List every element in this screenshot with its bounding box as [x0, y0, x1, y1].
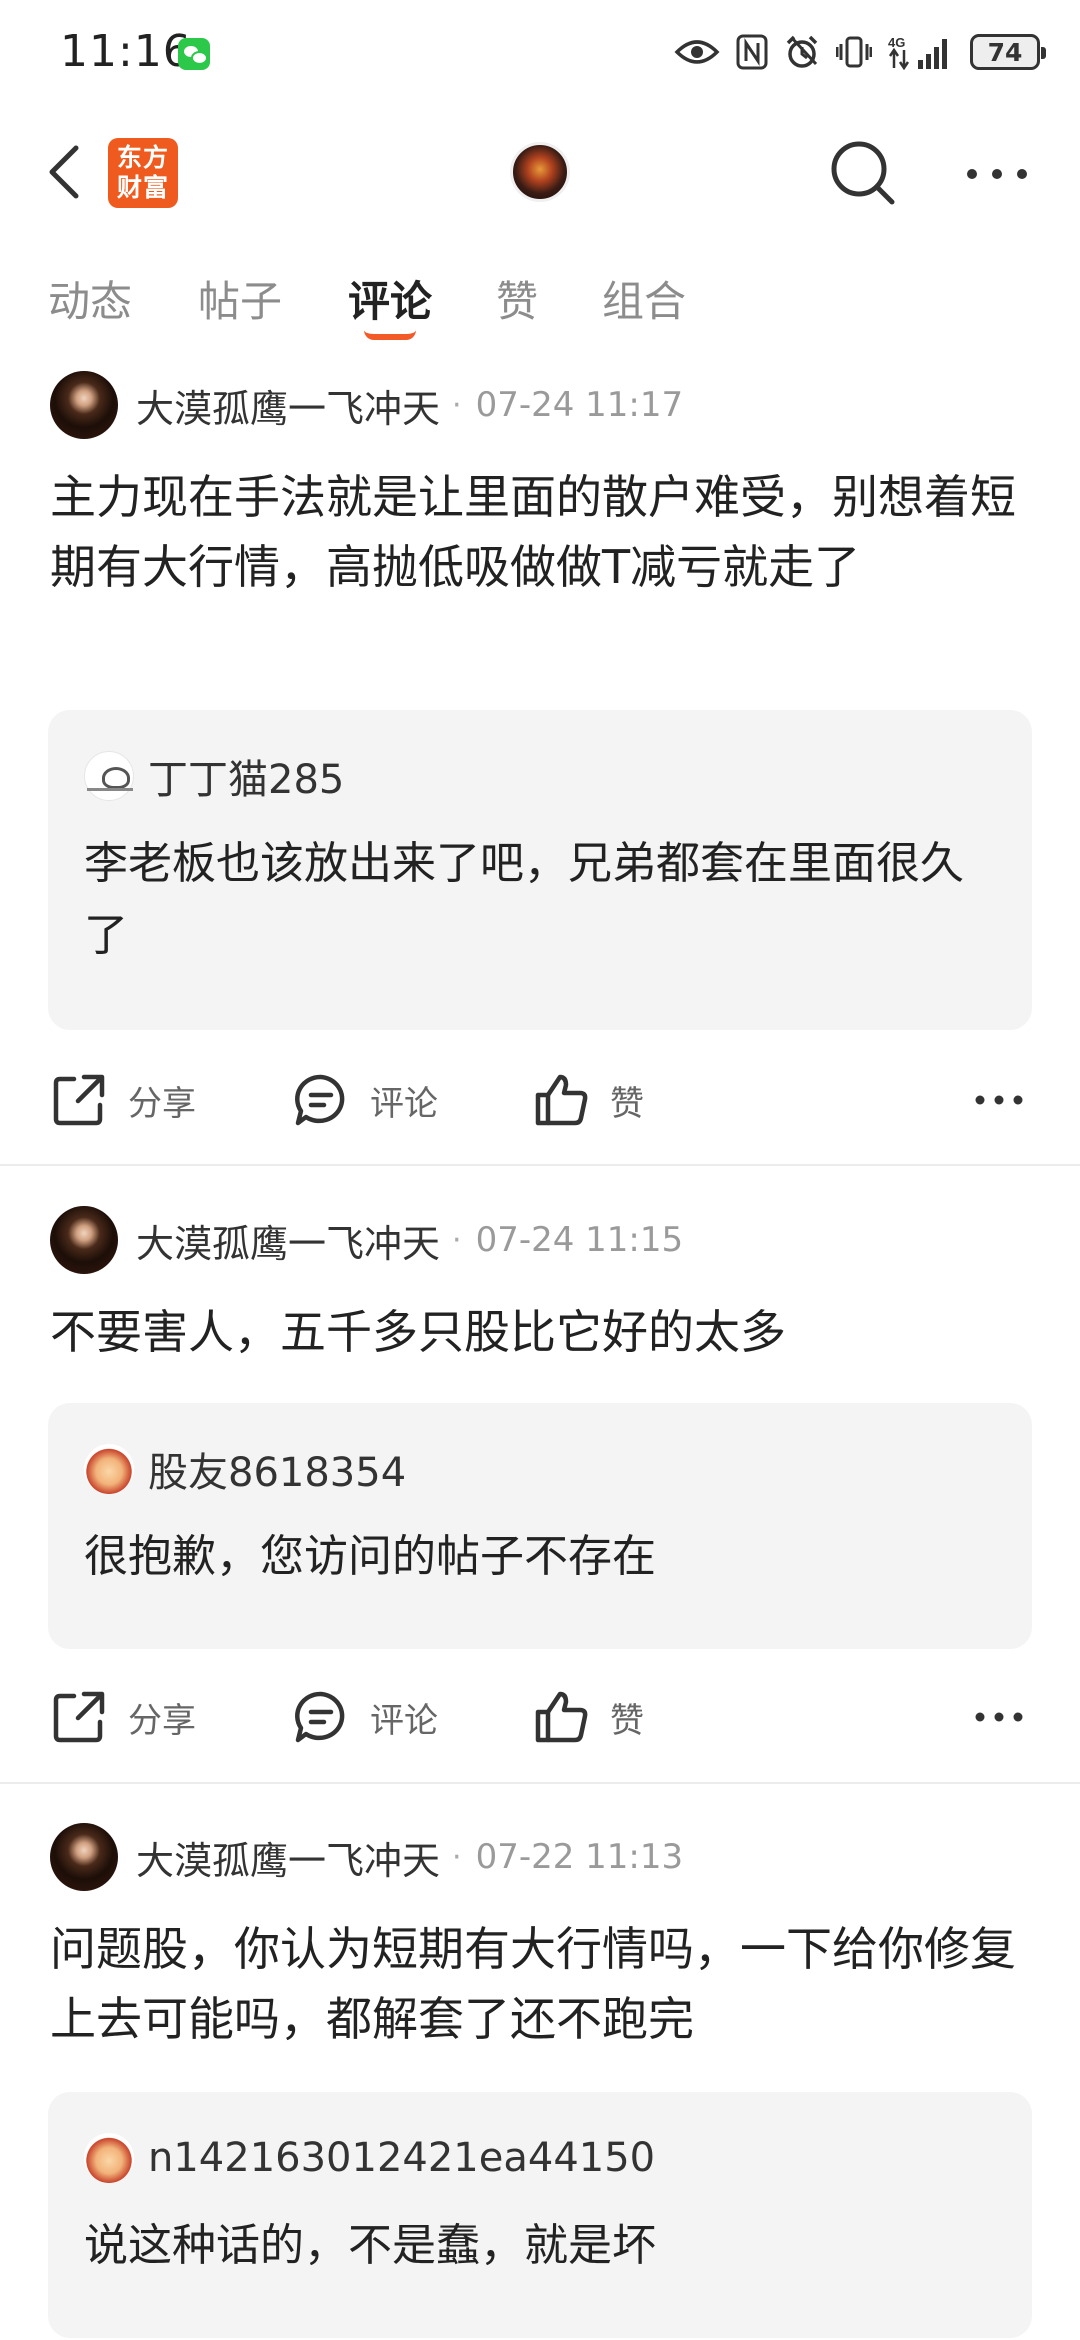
more-icon[interactable] [964, 1699, 1034, 1735]
vibrate-icon [836, 36, 872, 68]
like-button[interactable]: 赞 [532, 1060, 644, 1140]
comment-button[interactable]: 评论 [292, 1060, 438, 1140]
post-header: 大漠孤鹰一飞冲天 · 07-24 11:15 [50, 1205, 683, 1275]
post-time: 07-24 11:15 [475, 1220, 684, 1260]
divider [0, 1782, 1080, 1784]
comment-icon [295, 1074, 345, 1126]
search-icon[interactable] [828, 138, 898, 208]
avatar[interactable] [510, 142, 570, 202]
share-icon [53, 1074, 105, 1126]
reply-text: 很抱歉，您访问的帖子不存在 [84, 1531, 656, 1582]
post-text[interactable]: 不要害人，五千多只股比它好的太多 [50, 1297, 1030, 1367]
reply-text: 李老板也该放出来了吧，兄弟都套在里面很久了 [84, 838, 964, 961]
share-button[interactable]: 分享 [50, 1677, 196, 1757]
alarm-icon [786, 35, 818, 68]
thumbs-up-icon [535, 1691, 588, 1743]
share-label: 分享 [128, 1700, 196, 1741]
reply-author: 股友8618354 [148, 1450, 407, 1496]
nfc-icon [736, 34, 768, 70]
post-card: 大漠孤鹰一飞冲天 · 07-22 11:13 问题股，你认为短期有大行情吗，一下… [0, 1822, 1080, 2340]
action-bar: 分享 评论 赞 [0, 1677, 1080, 1757]
tab-dynamics[interactable]: 动态 [48, 268, 132, 329]
eye-icon [674, 40, 720, 64]
status-bar: 11:16 4G 74 [0, 0, 1080, 105]
post-text[interactable]: 主力现在手法就是让里面的散户难受，别想着短期有大行情，高抛低吸做做T减亏就走了 [50, 462, 1030, 602]
wechat-icon [178, 38, 210, 70]
post-card: 大漠孤鹰一飞冲天 · 07-24 11:15 不要害人，五千多只股比它好的太多 … [0, 1205, 1080, 1805]
reply-author-row: n142163012421ea44150 [84, 2132, 655, 2184]
post-header: 大漠孤鹰一飞冲天 · 07-22 11:13 [50, 1822, 683, 1892]
reply-author-row: 股友8618354 [84, 1443, 407, 1496]
tab-likes[interactable]: 赞 [496, 268, 538, 329]
comment-label: 评论 [370, 1083, 438, 1124]
more-icon[interactable] [964, 1082, 1034, 1118]
post-text[interactable]: 问题股，你认为短期有大行情吗，一下给你修复上去可能吗，都解套了还不跑完 [50, 1914, 1030, 2054]
author-name[interactable]: 大漠孤鹰一飞冲天 [136, 1213, 440, 1268]
author-name[interactable]: 大漠孤鹰一飞冲天 [136, 378, 440, 433]
nav-bar: 东方 财富 [0, 120, 1080, 220]
reply-card[interactable]: n142163012421ea44150 说这种话的，不是蠢，就是坏 [48, 2092, 1032, 2338]
action-bar: 分享 评论 赞 [0, 1060, 1080, 1140]
tab-bar: 动态 帖子 评论 赞 组合 [0, 262, 1080, 352]
separator-dot: · [452, 387, 462, 423]
post-header: 大漠孤鹰一飞冲天 · 07-24 11:17 [50, 370, 683, 440]
share-label: 分享 [128, 1083, 196, 1124]
avatar[interactable] [50, 371, 118, 439]
post-time: 07-22 11:13 [475, 1837, 684, 1877]
brand-line2: 财富 [116, 173, 169, 202]
tab-underline [364, 330, 416, 340]
separator-dot: · [452, 1222, 462, 1258]
more-icon[interactable] [962, 142, 1032, 202]
author-name[interactable]: 大漠孤鹰一飞冲天 [136, 1830, 440, 1885]
brand-logo[interactable]: 东方 财富 [108, 138, 178, 208]
like-label: 赞 [610, 1700, 644, 1741]
post-time: 07-24 11:17 [475, 385, 684, 425]
reply-author-row: 丁丁猫285 [84, 750, 345, 803]
battery-icon: 74 [970, 34, 1046, 70]
brand-line1: 东方 [116, 143, 169, 172]
post-card: 大漠孤鹰一飞冲天 · 07-24 11:17 主力现在手法就是让里面的散户难受，… [0, 370, 1080, 1170]
tab-portfolio[interactable]: 组合 [602, 268, 686, 329]
thumbs-up-icon [535, 1074, 588, 1126]
reply-author: 丁丁猫285 [148, 757, 345, 803]
separator-dot: · [452, 1839, 462, 1875]
reply-text: 说这种话的，不是蠢，就是坏 [84, 2220, 656, 2271]
comment-icon [295, 1691, 345, 1743]
reply-author: n142163012421ea44150 [148, 2135, 656, 2181]
share-icon [53, 1691, 105, 1743]
back-icon[interactable] [40, 142, 96, 202]
reply-avatar [84, 2133, 134, 2183]
reply-avatar [84, 1444, 134, 1494]
reply-card[interactable]: 丁丁猫285 李老板也该放出来了吧，兄弟都套在里面很久了 [48, 710, 1032, 1030]
reply-avatar [84, 751, 134, 801]
battery-level: 74 [987, 37, 1023, 67]
avatar[interactable] [50, 1823, 118, 1891]
tab-comments[interactable]: 评论 [348, 268, 432, 329]
tab-posts[interactable]: 帖子 [198, 268, 282, 329]
comment-button[interactable]: 评论 [292, 1677, 438, 1757]
status-time: 11:16 [60, 26, 192, 77]
divider [0, 1164, 1080, 1166]
status-icons: 4G 74 [674, 30, 1046, 74]
avatar[interactable] [50, 1206, 118, 1274]
reply-card[interactable]: 股友8618354 很抱歉，您访问的帖子不存在 [48, 1403, 1032, 1649]
network-type: 4G [888, 35, 905, 50]
signal-icon: 4G [888, 35, 947, 70]
share-button[interactable]: 分享 [50, 1060, 196, 1140]
like-button[interactable]: 赞 [532, 1677, 644, 1757]
comment-label: 评论 [370, 1700, 438, 1741]
like-label: 赞 [610, 1083, 644, 1124]
